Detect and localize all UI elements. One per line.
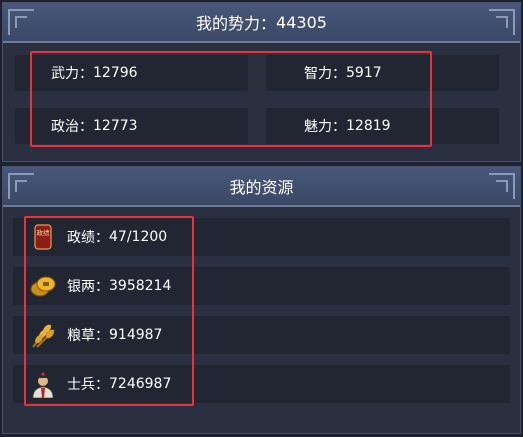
resources-highlight-box (24, 216, 194, 406)
corner-ornament-right (489, 9, 515, 35)
corner-ornament-right (489, 173, 515, 199)
power-label: 我的势力： (196, 14, 277, 33)
power-header: 我的势力： 44305 (3, 3, 520, 43)
attributes-highlight-box (30, 51, 432, 147)
resources-header: 我的资源 (3, 167, 520, 207)
corner-ornament-left (8, 9, 34, 35)
corner-ornament-left (8, 173, 34, 199)
resources-title: 我的资源 (229, 178, 294, 197)
power-value: 44305 (276, 12, 327, 32)
